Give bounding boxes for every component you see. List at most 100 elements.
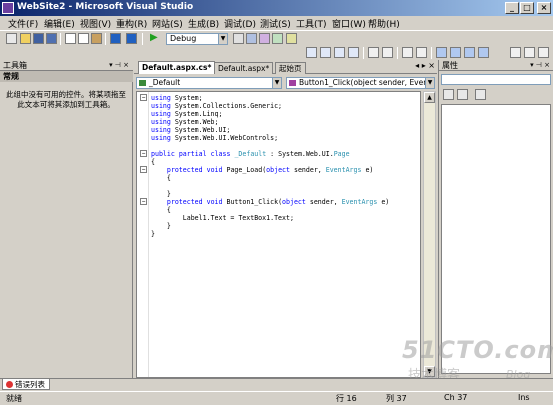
error-icon — [6, 381, 13, 388]
tab-start-page[interactable]: 起始页 — [275, 62, 306, 74]
outline-gutter: − − − − — [137, 92, 149, 377]
indent-icon[interactable] — [382, 47, 393, 58]
save-icon[interactable] — [33, 33, 44, 44]
save-all-icon[interactable] — [46, 33, 57, 44]
separator — [60, 33, 61, 45]
separator — [431, 47, 432, 59]
separator — [142, 33, 143, 45]
code-line: protected void Button1_Click(object send… — [166, 198, 390, 206]
tab-default-aspx[interactable]: Default.aspx* — [214, 62, 274, 74]
chevron-down-icon: ▼ — [272, 78, 281, 88]
code-line: { — [151, 174, 171, 182]
status-bar: 就绪 行 16 列 37 Ch 37 Ins — [0, 391, 553, 405]
separator — [363, 47, 364, 59]
status-column: 列 37 — [386, 394, 407, 403]
properties-pin-close[interactable]: ▾ ⊣ × — [530, 60, 550, 71]
menu-test[interactable]: 测试(S) — [260, 17, 291, 30]
member-dropdown[interactable]: Button1_Click(object sender, EventA ▼ — [286, 77, 435, 89]
toolbox-section-general[interactable]: 常规 — [0, 71, 133, 82]
display-members-icon[interactable] — [306, 47, 317, 58]
separator — [397, 47, 398, 59]
bookmark-icon[interactable] — [436, 47, 447, 58]
open-icon[interactable] — [20, 33, 31, 44]
find-icon[interactable] — [233, 33, 244, 44]
standard-toolbar: ▶ Debug ▼ — [0, 30, 553, 46]
code-line: } — [151, 230, 155, 238]
menu-view[interactable]: 视图(V) — [80, 17, 111, 30]
code-line: protected void Page_Load(object sender, … — [166, 166, 374, 174]
watermark-main: 51CTO.com — [402, 336, 553, 364]
redo-icon[interactable] — [126, 33, 137, 44]
quick-info-icon[interactable] — [334, 47, 345, 58]
app-icon — [2, 2, 14, 14]
toolbox-pin-close[interactable]: ▾ ⊣ × — [109, 60, 129, 71]
property-pages-icon[interactable] — [475, 89, 486, 100]
collapse-page-load-icon[interactable]: − — [140, 166, 147, 173]
code-text-area[interactable]: − − − − using System; using System.Collec… — [136, 91, 421, 378]
solution-config-select[interactable]: Debug ▼ — [166, 33, 228, 45]
class-dropdown-value: _Default — [149, 78, 181, 87]
code-line: Label1.Text = TextBox1.Text; — [151, 214, 294, 222]
maximize-button[interactable]: □ — [520, 2, 534, 14]
collapse-button-click-icon[interactable]: − — [140, 198, 147, 205]
cut-icon[interactable] — [65, 33, 76, 44]
code-line: using System.Web; — [151, 118, 219, 126]
status-char: Ch 37 — [444, 393, 468, 402]
window-title: WebSite2 - Microsoft Visual Studio — [17, 2, 194, 12]
start-debugging-icon[interactable]: ▶ — [150, 32, 158, 43]
prev-bookmark-icon[interactable] — [450, 47, 461, 58]
copy-icon[interactable] — [78, 33, 89, 44]
close-button[interactable]: × — [537, 2, 551, 14]
categorized-icon[interactable] — [443, 89, 454, 100]
menu-debug[interactable]: 调试(D) — [224, 17, 256, 30]
next-bookmark-icon[interactable] — [464, 47, 475, 58]
object-selector[interactable] — [441, 74, 551, 85]
collapse-usings-icon[interactable]: − — [140, 94, 147, 101]
format-icon[interactable] — [510, 47, 521, 58]
outdent-icon[interactable] — [368, 47, 379, 58]
code-line: using System.Collections.Generic; — [151, 102, 283, 110]
menu-file[interactable]: 文件(F) — [8, 17, 38, 30]
code-line: using System; — [151, 94, 203, 102]
tab-default-aspx-cs[interactable]: Default.aspx.cs* — [138, 61, 216, 74]
properties-toolbar — [441, 88, 551, 102]
toolbox-icon[interactable] — [272, 33, 283, 44]
scroll-up-icon[interactable]: ▲ — [424, 92, 435, 103]
properties-icon[interactable] — [259, 33, 270, 44]
parameter-info-icon[interactable] — [320, 47, 331, 58]
new-project-icon[interactable] — [6, 33, 17, 44]
menu-tools[interactable]: 工具(T) — [296, 17, 327, 30]
menu-edit[interactable]: 编辑(E) — [44, 17, 75, 30]
menu-build[interactable]: 生成(B) — [188, 17, 219, 30]
solution-explorer-icon[interactable] — [246, 33, 257, 44]
paste-icon[interactable] — [91, 33, 102, 44]
class-dropdown[interactable]: _Default ▼ — [136, 77, 282, 89]
undo-icon[interactable] — [110, 33, 121, 44]
method-icon — [289, 80, 296, 86]
property-grid[interactable] — [441, 104, 551, 374]
menu-help[interactable]: 帮助(H) — [368, 17, 400, 30]
separator — [105, 33, 106, 45]
tab-error-list[interactable]: 错误列表 — [2, 379, 50, 390]
tab-list-close[interactable]: ◂ ▸ × — [415, 61, 435, 70]
menu-refactor[interactable]: 重构(R) — [116, 17, 147, 30]
menu-window[interactable]: 窗口(W) — [332, 17, 366, 30]
minimize-button[interactable]: _ — [505, 2, 519, 14]
complete-word-icon[interactable] — [348, 47, 359, 58]
code-line: using System.Web.UI.WebControls; — [151, 134, 279, 142]
editor-vertical-scrollbar[interactable]: ▲ ▼ — [423, 91, 436, 378]
document-tabs: Default.aspx.cs* Default.aspx* 起始页 ◂ ▸ × — [134, 60, 437, 74]
status-insert-mode: Ins — [518, 393, 530, 402]
collapse-class-icon[interactable]: − — [140, 150, 147, 157]
toolbox-section-label: 常规 — [3, 72, 19, 81]
menu-website[interactable]: 网站(S) — [152, 17, 183, 30]
code-line: } — [151, 222, 171, 230]
solution-config-value: Debug — [170, 34, 197, 43]
clear-bookmarks-icon[interactable] — [478, 47, 489, 58]
comment-icon[interactable] — [402, 47, 413, 58]
alphabetical-icon[interactable] — [457, 89, 468, 100]
uncomment-icon[interactable] — [416, 47, 427, 58]
spacing-icon[interactable] — [524, 47, 535, 58]
start-page-icon[interactable] — [286, 33, 297, 44]
options-icon[interactable] — [538, 47, 549, 58]
